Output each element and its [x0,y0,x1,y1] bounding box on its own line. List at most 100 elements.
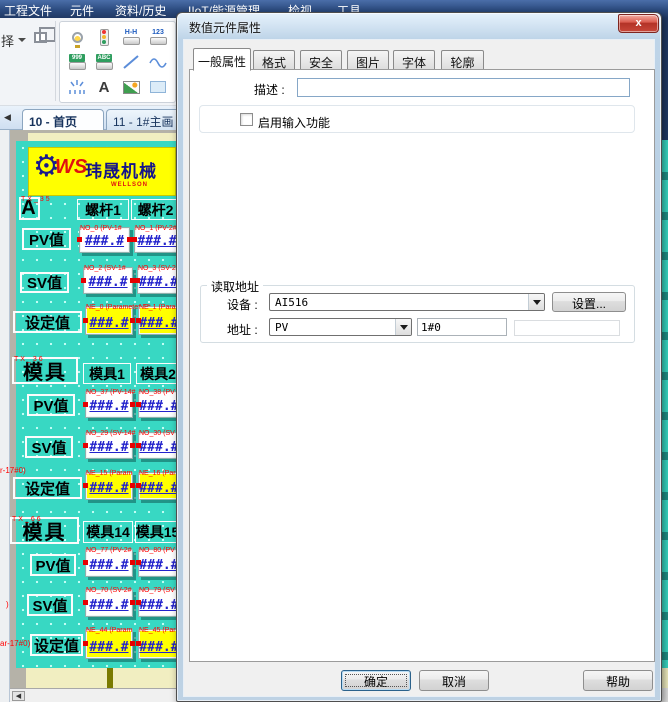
screw2-label[interactable]: 螺杆2 [131,199,180,220]
numeric-element[interactable]: NO_80 (PV ###.# [136,547,182,577]
clipped-tag-note: ar-17#0) [0,639,31,648]
pv-row-label[interactable]: PV值 [30,554,76,576]
clipped-tag-note: ) [6,600,9,609]
tab-outline[interactable]: 轮廓 [441,50,484,70]
mold1-label[interactable]: 模具1 [83,363,131,384]
sv-row-label[interactable]: SV值 [20,272,69,293]
device-settings-button[interactable]: 设置... [552,292,626,312]
address-type-combobox[interactable]: PV [269,318,412,336]
application-window: 工程文件 元件 资料/历史 IIoT/能源管理 检视 工具 择 H-H 123 … [0,0,668,702]
tab-scroll-left-icon[interactable]: ◀ [4,112,11,123]
mold-header-label[interactable]: TX_36 模具 [12,356,78,384]
menu-element[interactable]: 元件 [70,2,94,19]
tab-security[interactable]: 安全 [300,50,342,70]
numeric-element[interactable]: NO_77 (PV-2# ###.# [83,547,135,577]
address-extra-field[interactable] [514,320,620,336]
tab-font[interactable]: 字体 [393,50,435,70]
header-a-label[interactable]: TX_35 A [19,196,50,220]
sv-row-label[interactable]: SV值 [27,594,73,616]
flash-animation-icon[interactable] [64,75,90,99]
address-value-input[interactable] [417,318,507,336]
device-combobox[interactable]: AI516 [269,293,545,311]
help-button[interactable]: 帮助 [583,670,653,691]
setvalue-row-label[interactable]: 设定值 [13,477,82,499]
ok-button[interactable]: 确定 [341,670,411,691]
numeric-element[interactable]: NE_44 (Param ###.# [83,627,135,659]
numeric-element[interactable]: NO_70 (SV-2# ###.# [83,587,135,617]
numeric-element[interactable]: NO_37 (PV-14# ###.# [83,389,135,418]
select-tool-label[interactable]: 择 [1,31,14,50]
menu-data-history[interactable]: 资料/历史 [115,2,166,19]
tab-page-11-main[interactable]: 11 - 1#主画 [106,109,184,130]
horizontal-scrollbar[interactable]: ◀ [10,688,176,702]
brand-name: WELLSON [111,182,148,188]
device-label: 设备 : [227,298,258,312]
chevron-down-icon[interactable] [528,294,544,310]
description-label: 描述 : [254,83,285,97]
static-text-icon[interactable]: A [91,75,117,99]
numeric-element[interactable]: NO_30 (SV ###.# [136,430,182,459]
page-margin-top [28,133,176,141]
numeric-element-properties-dialog: 数值元件属性 x 一般属性 格式 安全 图片 字体 轮廓 描述 : 启用输入功能… [176,12,662,702]
canvas-right-sliver [662,18,668,702]
mold15-label[interactable]: 模具15 [135,521,180,543]
numeric-display-icon[interactable]: 999 [64,50,90,74]
window-copy-icon[interactable] [34,27,56,43]
enable-input-checkbox[interactable] [240,113,253,126]
toolbar-separator [55,21,56,101]
curve-tool-icon[interactable] [145,50,171,74]
cancel-button[interactable]: 取消 [419,670,489,691]
numeric-element[interactable]: NO_79 (SV ###.# [136,587,182,617]
mold-header-label[interactable]: TX_66 模具 [10,516,79,544]
tab-format[interactable]: 格式 [253,50,295,70]
rectangle-tool-icon[interactable] [145,75,171,99]
description-input[interactable] [297,78,630,97]
tab-picture[interactable]: 图片 [347,50,389,70]
company-name: 玮晟机械 [85,162,157,181]
indicator-lamp-icon[interactable] [64,25,90,49]
numeric-element[interactable]: NO_2 (SV-1# ###.# [81,265,135,294]
sv-row-label[interactable]: SV值 [25,436,73,458]
numeric-element[interactable]: NE_15 (Param ###.# [83,470,135,500]
enable-input-label: 启用输入功能 [258,116,331,130]
setvalue-row-label[interactable]: 设定值 [30,634,83,656]
toggle-switch-icon[interactable]: H-H [118,25,144,49]
editor-left-edge [0,130,10,702]
tab-general[interactable]: 一般属性 [193,48,251,71]
setvalue-row-label[interactable]: 设定值 [13,311,82,333]
pv-row-label[interactable]: PV值 [22,228,71,250]
numeric-element[interactable]: NE_0 (Parameter-1# ###.# [83,304,151,335]
address-label: 地址 : [227,323,258,337]
mold14-label[interactable]: 模具14 [83,521,133,543]
company-banner[interactable]: ⚙ WS 玮晟机械 WELLSON [28,147,176,196]
numeric-element[interactable]: NE_45 (Par ###.# [136,627,182,659]
numeric-element[interactable]: NO_29 (SV-14# ###.# [83,430,135,459]
numeric-input-icon[interactable]: 123 [145,25,171,49]
menu-project-file[interactable]: 工程文件 [4,2,52,19]
mold2-label[interactable]: 模具2 [136,363,180,384]
scroll-left-icon[interactable]: ◀ [12,691,25,701]
clipped-tag-note: r-17#0) [0,466,26,475]
numeric-element[interactable]: NO_3 (SV-2# ###.# [135,265,182,294]
numeric-element[interactable]: NE_16 (Par ###.# [136,470,182,500]
toolbar: 择 H-H 123 999 ABC A [0,18,176,106]
numeric-element[interactable]: NO_38 (PV ###.# [136,389,182,418]
numeric-element[interactable]: NO_0 (PV-1# ###.# [77,225,132,253]
page-tab-bar: ◀ 10 - 首页 11 - 1#主画 [0,106,184,130]
enable-input-group: 启用输入功能 [199,105,635,133]
select-dropdown-icon[interactable] [18,38,26,46]
picture-icon[interactable] [118,75,144,99]
chevron-down-icon[interactable] [395,319,411,335]
page-margin-bottom [26,668,176,688]
tab-page-general: 描述 : 启用输入功能 读取地址 设备 : AI516 设置... 地址 : P… [189,69,655,662]
pv-row-label[interactable]: PV值 [27,394,75,416]
multi-state-lamp-icon[interactable] [91,25,117,49]
tab-page-10-home[interactable]: 10 - 首页 [22,109,104,130]
numeric-element[interactable]: NO_1 (PV-2# ###.# [132,225,182,253]
screw1-label[interactable]: 螺杆1 [77,199,129,220]
close-icon[interactable]: x [618,14,659,33]
text-display-icon[interactable]: ABC [91,50,117,74]
numeric-element[interactable]: NE_1 (Para ###.# [136,304,182,335]
line-tool-icon[interactable] [118,50,144,74]
element-tool-panel: H-H 123 999 ABC A [59,21,176,103]
